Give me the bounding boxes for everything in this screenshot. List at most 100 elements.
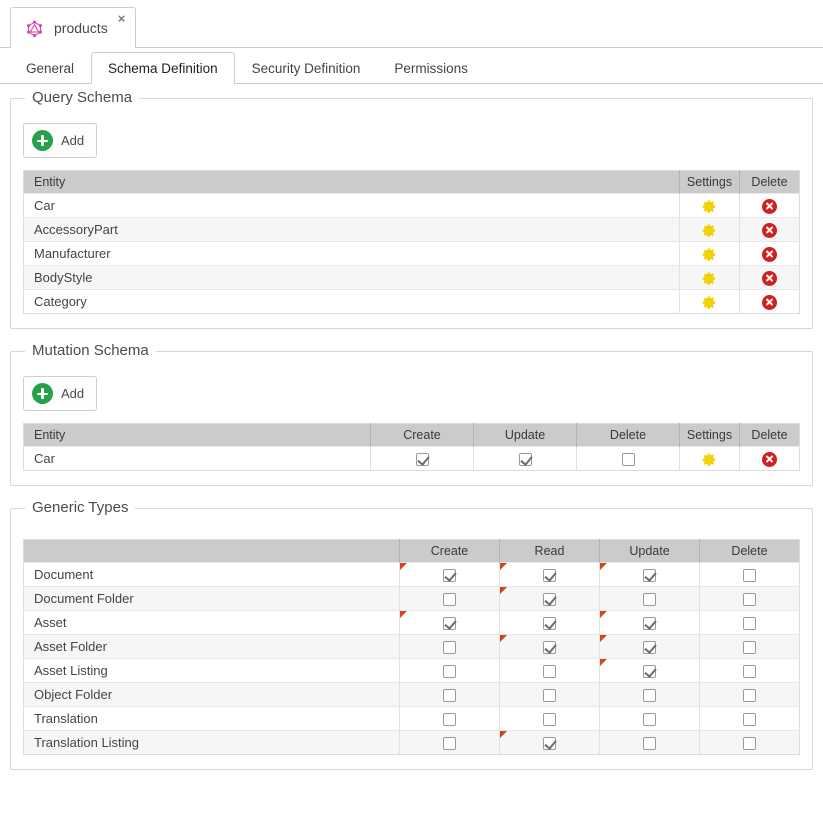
tab-permissions[interactable]: Permissions [377, 52, 485, 83]
cell-delete[interactable] [700, 731, 800, 755]
cell-update[interactable] [600, 587, 700, 611]
cell-update[interactable] [600, 731, 700, 755]
checkbox[interactable] [543, 689, 556, 702]
cell-settings[interactable] [680, 447, 740, 471]
checkbox[interactable] [743, 641, 756, 654]
checkbox[interactable] [643, 713, 656, 726]
close-icon[interactable]: × [118, 12, 126, 25]
delete-icon[interactable] [762, 452, 777, 467]
checkbox[interactable] [743, 617, 756, 630]
cell-delete[interactable] [700, 587, 800, 611]
checkbox[interactable] [543, 569, 556, 582]
cell-read[interactable] [500, 611, 600, 635]
delete-icon[interactable] [762, 199, 777, 214]
checkbox[interactable] [622, 453, 635, 466]
checkbox[interactable] [643, 689, 656, 702]
cell-create[interactable] [371, 447, 474, 471]
checkbox[interactable] [743, 713, 756, 726]
checkbox[interactable] [443, 665, 456, 678]
gear-icon[interactable] [702, 452, 717, 467]
checkbox[interactable] [443, 617, 456, 630]
document-tab-products[interactable]: products × [10, 7, 136, 48]
tab-schema-definition[interactable]: Schema Definition [91, 52, 235, 84]
checkbox[interactable] [443, 593, 456, 606]
checkbox[interactable] [443, 689, 456, 702]
checkbox[interactable] [543, 617, 556, 630]
cell-delete-action[interactable] [740, 447, 800, 471]
cell-update[interactable] [600, 611, 700, 635]
checkbox[interactable] [643, 737, 656, 750]
cell-settings[interactable] [680, 290, 740, 314]
checkbox[interactable] [643, 641, 656, 654]
delete-icon[interactable] [762, 295, 777, 310]
cell-update[interactable] [600, 563, 700, 587]
cell-update[interactable] [600, 659, 700, 683]
cell-delete[interactable] [700, 635, 800, 659]
checkbox[interactable] [743, 737, 756, 750]
cell-settings[interactable] [680, 218, 740, 242]
checkbox[interactable] [643, 617, 656, 630]
cell-read[interactable] [500, 731, 600, 755]
cell-create[interactable] [400, 563, 500, 587]
checkbox[interactable] [543, 641, 556, 654]
gear-icon[interactable] [702, 295, 717, 310]
tab-security-definition[interactable]: Security Definition [235, 52, 378, 83]
cell-settings[interactable] [680, 242, 740, 266]
cell-create[interactable] [400, 731, 500, 755]
cell-delete[interactable] [740, 194, 800, 218]
cell-delete[interactable] [740, 242, 800, 266]
checkbox[interactable] [743, 665, 756, 678]
cell-delete[interactable] [740, 266, 800, 290]
cell-delete[interactable] [740, 218, 800, 242]
checkbox[interactable] [543, 737, 556, 750]
delete-icon[interactable] [762, 223, 777, 238]
cell-read[interactable] [500, 563, 600, 587]
cell-delete[interactable] [700, 611, 800, 635]
cell-update[interactable] [474, 447, 577, 471]
checkbox[interactable] [743, 689, 756, 702]
tab-general[interactable]: General [9, 52, 91, 83]
cell-delete[interactable] [700, 707, 800, 731]
cell-read[interactable] [500, 683, 600, 707]
checkbox[interactable] [743, 569, 756, 582]
mutation-schema-add-button[interactable]: Add [23, 376, 97, 411]
cell-delete[interactable] [700, 563, 800, 587]
cell-create[interactable] [400, 611, 500, 635]
checkbox[interactable] [643, 665, 656, 678]
checkbox[interactable] [643, 593, 656, 606]
checkbox[interactable] [443, 641, 456, 654]
query-schema-add-button[interactable]: Add [23, 123, 97, 158]
cell-read[interactable] [500, 707, 600, 731]
delete-icon[interactable] [762, 271, 777, 286]
cell-read[interactable] [500, 659, 600, 683]
checkbox[interactable] [743, 593, 756, 606]
gear-icon[interactable] [702, 271, 717, 286]
cell-settings[interactable] [680, 194, 740, 218]
checkbox[interactable] [643, 569, 656, 582]
checkbox[interactable] [519, 453, 532, 466]
checkbox[interactable] [416, 453, 429, 466]
cell-delete[interactable] [740, 290, 800, 314]
cell-update[interactable] [600, 683, 700, 707]
checkbox[interactable] [543, 713, 556, 726]
delete-icon[interactable] [762, 247, 777, 262]
gear-icon[interactable] [702, 223, 717, 238]
gear-icon[interactable] [702, 199, 717, 214]
gear-icon[interactable] [702, 247, 717, 262]
cell-read[interactable] [500, 587, 600, 611]
checkbox[interactable] [543, 593, 556, 606]
cell-create[interactable] [400, 587, 500, 611]
checkbox[interactable] [543, 665, 556, 678]
cell-delete[interactable] [577, 447, 680, 471]
cell-create[interactable] [400, 635, 500, 659]
checkbox[interactable] [443, 569, 456, 582]
cell-create[interactable] [400, 707, 500, 731]
cell-delete[interactable] [700, 683, 800, 707]
checkbox[interactable] [443, 713, 456, 726]
cell-settings[interactable] [680, 266, 740, 290]
cell-update[interactable] [600, 707, 700, 731]
cell-create[interactable] [400, 659, 500, 683]
cell-create[interactable] [400, 683, 500, 707]
cell-delete[interactable] [700, 659, 800, 683]
cell-update[interactable] [600, 635, 700, 659]
